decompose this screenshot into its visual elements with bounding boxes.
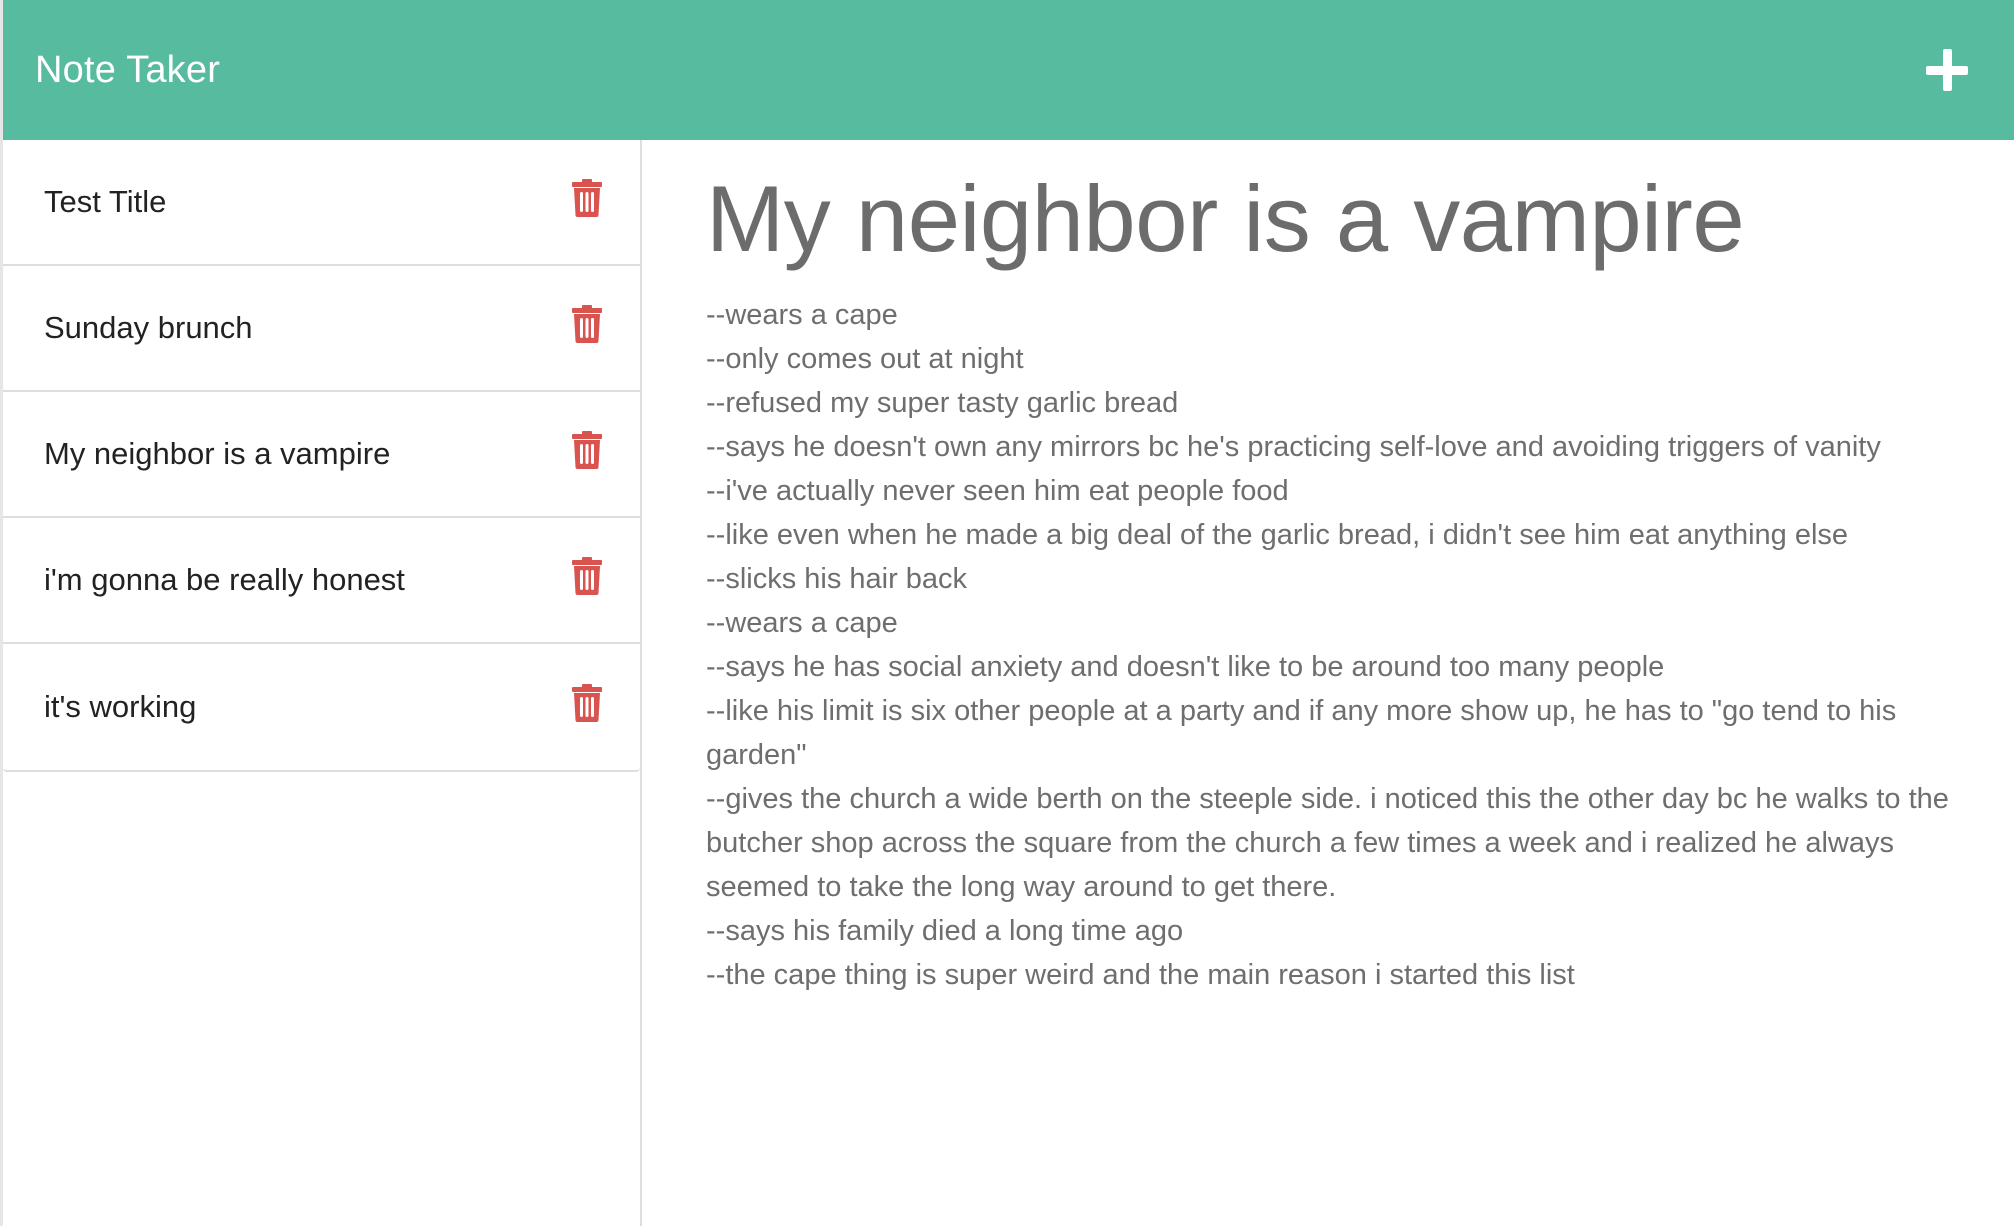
note-title-field[interactable]: My neighbor is a vampire [706, 166, 1964, 271]
note-editor: My neighbor is a vampire --wears a cape … [644, 140, 2014, 1226]
sidebar: Test Title Sunday brunch My neighbor is … [3, 140, 642, 1226]
brand-title[interactable]: Note Taker [35, 49, 220, 92]
note-text-area[interactable]: --wears a cape --only comes out at night… [706, 293, 1964, 997]
list-item[interactable]: i'm gonna be really honest [3, 518, 640, 644]
list-item[interactable]: My neighbor is a vampire [3, 392, 640, 518]
note-title[interactable]: Sunday brunch [44, 310, 253, 346]
trash-icon[interactable] [572, 557, 602, 595]
note-list: Test Title Sunday brunch My neighbor is … [3, 140, 640, 772]
note-title[interactable]: My neighbor is a vampire [44, 436, 390, 472]
trash-icon[interactable] [572, 179, 602, 217]
note-taker-app: Note Taker Test Title Sunday brunch My n… [0, 0, 2014, 1226]
note-title[interactable]: it's working [44, 689, 196, 725]
trash-icon[interactable] [572, 431, 602, 469]
trash-icon[interactable] [572, 684, 602, 722]
navbar: Note Taker [3, 0, 2014, 140]
note-title[interactable]: i'm gonna be really honest [44, 562, 405, 598]
plus-icon[interactable] [1924, 47, 1970, 93]
note-title[interactable]: Test Title [44, 184, 166, 220]
trash-icon[interactable] [572, 305, 602, 343]
list-item[interactable]: Sunday brunch [3, 266, 640, 392]
list-item[interactable]: it's working [3, 644, 640, 770]
list-item[interactable]: Test Title [3, 140, 640, 266]
